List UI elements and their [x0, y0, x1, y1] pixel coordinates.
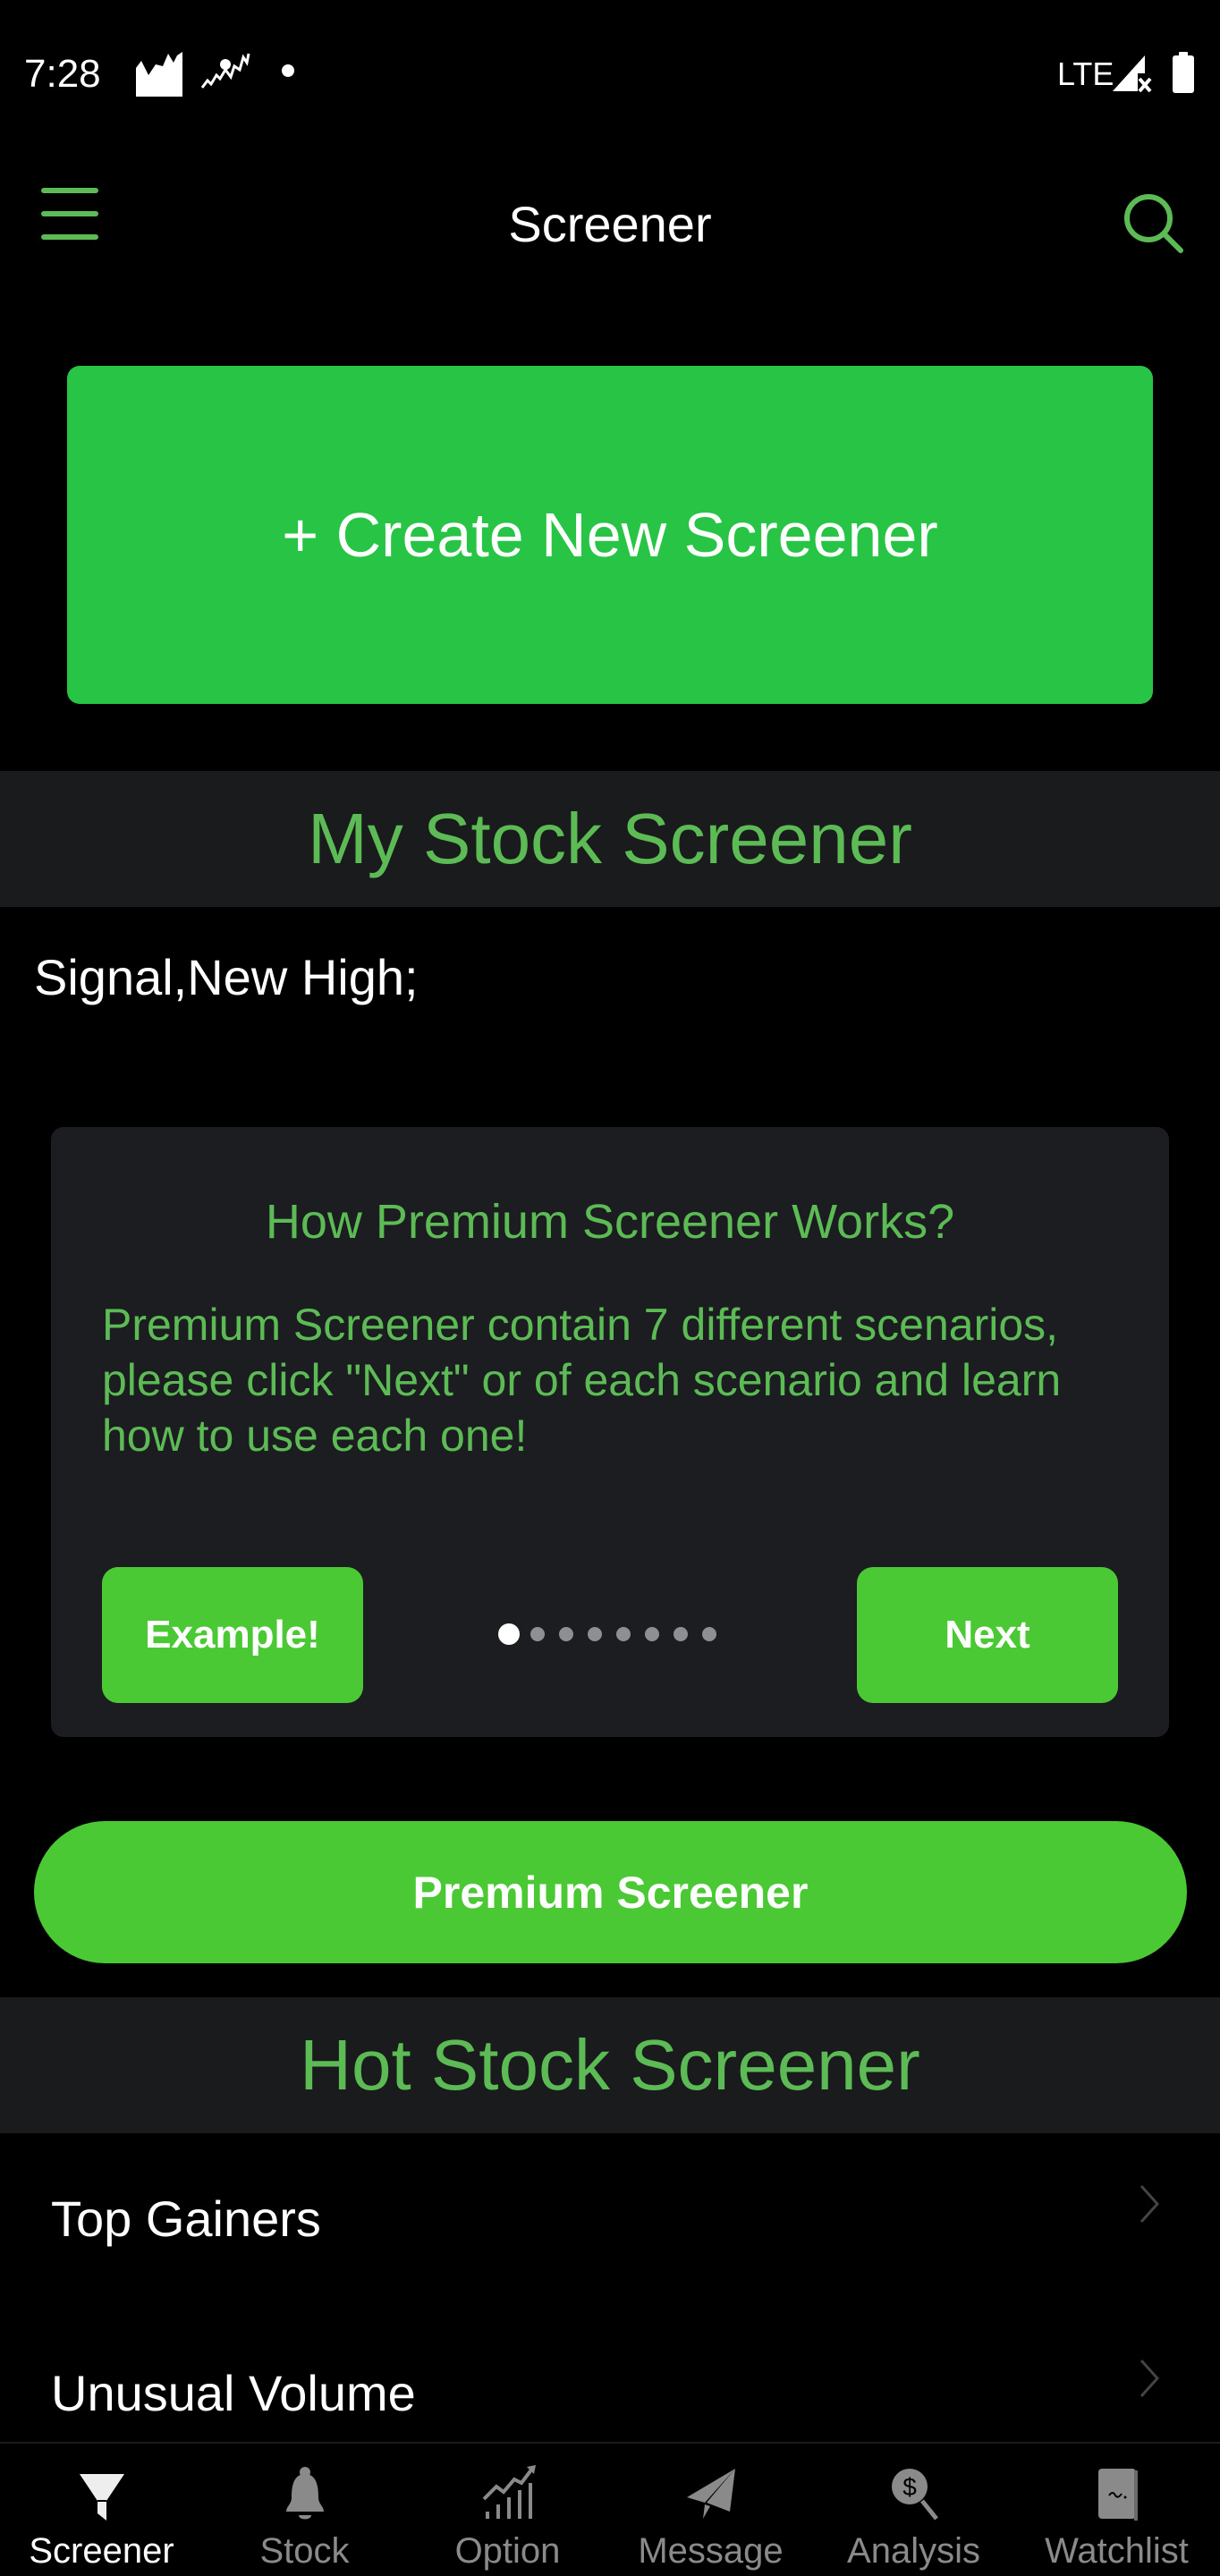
- page-dot[interactable]: [559, 1627, 573, 1641]
- nav-tab-watchlist[interactable]: Watchlist: [1015, 2444, 1218, 2576]
- nav-label: Watchlist: [1045, 2531, 1189, 2571]
- premium-info-card: How Premium Screener Works? Premium Scre…: [51, 1127, 1169, 1737]
- nav-tab-option[interactable]: Option: [406, 2444, 609, 2576]
- chevron-right-icon: [1140, 2184, 1160, 2224]
- my-screener-criteria[interactable]: Signal,New High;: [34, 948, 419, 1006]
- nav-label: Stock: [259, 2531, 350, 2571]
- bottom-navigation: Screener Stock Option Message $ Analysis…: [0, 2442, 1220, 2576]
- nav-tab-screener[interactable]: Screener: [0, 2444, 203, 2576]
- page-dot[interactable]: [702, 1627, 716, 1641]
- dollar-search-icon: $: [891, 2469, 938, 2521]
- paper-plane-icon: [686, 2469, 735, 2519]
- list-item-label: Unusual Volume: [51, 2365, 416, 2421]
- app-bar: Screener: [0, 152, 1220, 295]
- stock-trend-app-icon: [200, 53, 250, 89]
- network-type: LTE: [1057, 55, 1114, 92]
- page-title: Screener: [508, 196, 712, 252]
- search-icon[interactable]: [1109, 179, 1199, 268]
- nav-label: Message: [638, 2531, 784, 2571]
- svg-text:$: $: [902, 2473, 917, 2501]
- bell-icon: [285, 2467, 324, 2520]
- page-dot[interactable]: [616, 1627, 631, 1641]
- premium-screener-button[interactable]: Premium Screener: [34, 1821, 1187, 1963]
- list-item-label: Top Gainers: [51, 2190, 321, 2247]
- trend-bars-icon: [482, 2465, 536, 2519]
- list-item-top-gainers[interactable]: Top Gainers: [0, 2138, 1220, 2308]
- create-new-screener-button[interactable]: + Create New Screener: [67, 366, 1153, 704]
- status-bar: 7:28 LTE: [0, 0, 1220, 148]
- nav-tab-message[interactable]: Message: [609, 2444, 812, 2576]
- page-indicator[interactable]: [498, 1621, 731, 1648]
- filter-funnel-icon: [79, 2474, 124, 2521]
- my-stock-screener-header: My Stock Screener: [0, 771, 1220, 907]
- notebook-icon: [1097, 2469, 1138, 2521]
- example-button[interactable]: Example!: [102, 1567, 363, 1703]
- page-dot[interactable]: [674, 1627, 688, 1641]
- page-dot-active[interactable]: [498, 1623, 520, 1645]
- page-dot[interactable]: [645, 1627, 659, 1641]
- nav-label: Option: [454, 2531, 561, 2571]
- hot-stock-screener-header: Hot Stock Screener: [0, 1997, 1220, 2133]
- nav-label: Analysis: [847, 2531, 980, 2571]
- next-button[interactable]: Next: [857, 1567, 1118, 1703]
- nav-tab-analysis[interactable]: $ Analysis: [812, 2444, 1015, 2576]
- nav-label: Screener: [29, 2531, 174, 2571]
- signal-no-service-icon: [1113, 55, 1152, 93]
- premium-card-body: Premium Screener contain 7 different sce…: [102, 1300, 1062, 1461]
- page-dot[interactable]: [530, 1627, 545, 1641]
- chevron-right-icon: [1140, 2359, 1160, 2398]
- status-time: 7:28: [24, 52, 101, 96]
- premium-card-title: How Premium Screener Works?: [265, 1195, 955, 1249]
- battery-full-icon: [1173, 52, 1194, 93]
- notification-dot-icon: [282, 64, 294, 77]
- page-dot[interactable]: [588, 1627, 602, 1641]
- nav-tab-stock[interactable]: Stock: [203, 2444, 406, 2576]
- stock-chart-app-icon: [136, 52, 182, 97]
